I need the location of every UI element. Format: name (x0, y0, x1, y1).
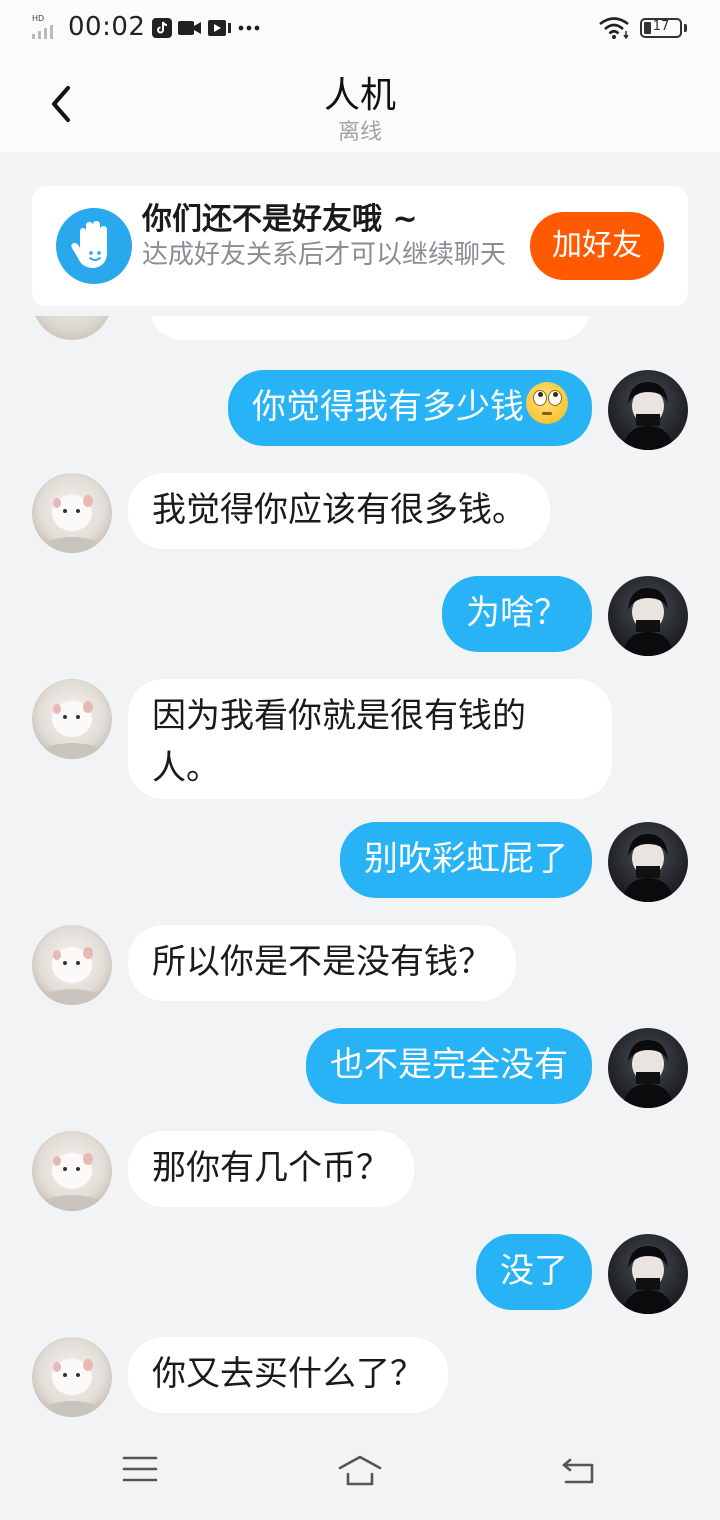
avatar-other[interactable] (32, 679, 112, 759)
more-dots-icon (238, 25, 260, 31)
message-bubble-self[interactable]: 也不是完全没有 (306, 1028, 592, 1104)
avatar-self[interactable] (608, 370, 688, 450)
message-bubble-self[interactable]: 为啥？ (442, 576, 592, 652)
message-text: 那你有几个币？ (152, 1148, 390, 1188)
status-time: 00:02 (68, 12, 146, 42)
avatar-other[interactable] (32, 473, 112, 553)
message-text: 你又去买什么了？ (152, 1354, 424, 1394)
avatar-other[interactable] (32, 316, 112, 340)
add-friend-button[interactable]: 加好友 (530, 212, 664, 280)
not-friends-banner: 你们还不是好友哦 ~ 达成好友关系后才可以继续聊天 加好友 (32, 186, 688, 306)
menu-icon[interactable] (122, 1454, 158, 1484)
status-bar: HD 00:02 17 (0, 0, 720, 56)
battery-level: 17 (652, 19, 670, 34)
back-icon[interactable] (560, 1454, 598, 1488)
online-status: 离线 (337, 120, 382, 145)
message-bubble-other[interactable]: 因为我看你就是很有钱的人。 (128, 679, 612, 799)
tiktok-icon (152, 18, 172, 38)
message-text: 别吹彩虹屁了 (364, 839, 568, 879)
banner-description: 达成好友关系后才可以继续聊天 (142, 240, 507, 270)
avatar-other[interactable] (32, 925, 112, 1005)
network-label: HD (32, 14, 44, 23)
avatar-self[interactable] (608, 1234, 688, 1314)
waving-hand-icon (56, 208, 132, 284)
banner-title: 你们还不是好友哦 ~ (142, 202, 418, 237)
avatar-other[interactable] (32, 1337, 112, 1417)
avatar-other[interactable] (32, 1131, 112, 1211)
signal-icon: HD (32, 14, 53, 39)
avatar-self[interactable] (608, 1028, 688, 1108)
message-text: 我觉得你应该有很多钱。 (152, 490, 526, 530)
message-bubble-self[interactable]: 别吹彩虹屁了 (340, 822, 592, 898)
battery-tip (684, 24, 687, 32)
eye-roll-emoji (526, 382, 568, 424)
message-bubble-other[interactable]: 我觉得你应该有很多钱。 (128, 473, 550, 549)
message-text: 没了 (500, 1251, 568, 1291)
message-text: 也不是完全没有 (330, 1045, 568, 1085)
message-bubble-self[interactable]: 没了 (476, 1234, 592, 1310)
home-icon[interactable] (336, 1454, 384, 1488)
message-text: 你觉得我有多少钱 (252, 387, 524, 427)
avatar-self[interactable] (608, 576, 688, 656)
chat-message-list[interactable]: 你觉得我有多少钱 我觉得你应该有很多钱。 为啥？ 因为我看你就是很有钱的人。 别… (0, 316, 720, 1426)
page-title: 人机 (323, 75, 396, 116)
wifi-icon (599, 17, 629, 40)
message-bubble-self[interactable]: 你觉得我有多少钱 (228, 370, 592, 446)
battery-icon: 17 (640, 18, 682, 38)
message-text: 为啥？ (466, 593, 568, 633)
camera-icon (178, 21, 201, 35)
system-nav-bar (0, 1426, 720, 1520)
message-bubble-partial (150, 316, 590, 340)
avatar-self[interactable] (608, 822, 688, 902)
video-icon (208, 20, 231, 36)
message-bubble-other[interactable]: 那你有几个币？ (128, 1131, 414, 1207)
message-text: 因为我看你就是很有钱的人。 (152, 696, 526, 788)
message-bubble-other[interactable]: 所以你是不是没有钱？ (128, 925, 516, 1001)
message-bubble-other[interactable]: 你又去买什么了？ (128, 1337, 448, 1413)
title-bar: 人机 离线 (0, 56, 720, 152)
message-text: 所以你是不是没有钱？ (152, 942, 492, 982)
